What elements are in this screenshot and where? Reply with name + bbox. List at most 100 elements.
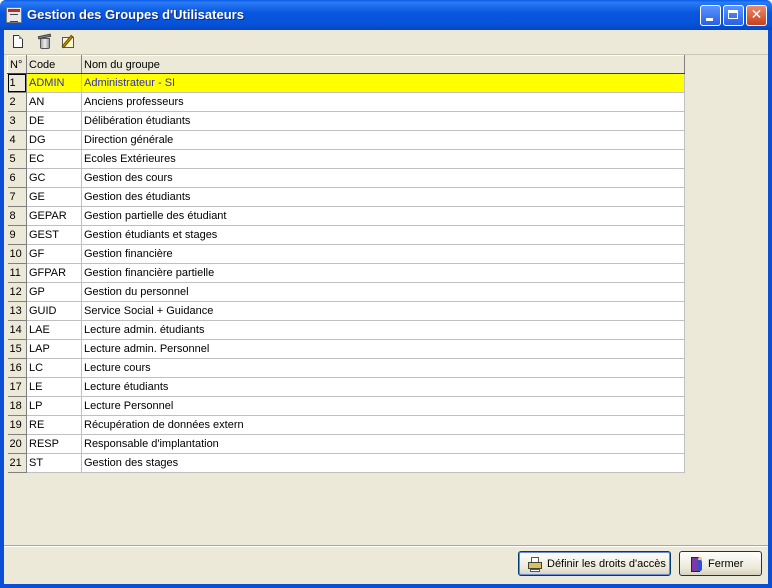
code-cell[interactable]: GEPAR <box>26 206 82 226</box>
close-window-button[interactable]: ✕ <box>746 5 767 26</box>
code-cell[interactable]: ST <box>26 453 82 473</box>
row-number-cell[interactable]: 8 <box>7 206 27 226</box>
table-row[interactable]: 17 LE Lecture étudiants <box>7 377 685 397</box>
group-name-cell[interactable]: Gestion partielle des étudiant <box>81 206 685 226</box>
table-row[interactable]: 1 ADMIN Administrateur - SI <box>7 73 685 93</box>
row-number-cell[interactable]: 18 <box>7 396 27 416</box>
table-row[interactable]: 11 GFPAR Gestion financière partielle <box>7 263 685 283</box>
row-number-cell[interactable]: 11 <box>7 263 27 283</box>
code-cell[interactable]: LP <box>26 396 82 416</box>
group-name-cell[interactable]: Anciens professeurs <box>81 92 685 112</box>
table-row[interactable]: 2 AN Anciens professeurs <box>7 92 685 112</box>
group-name-cell[interactable]: Gestion des étudiants <box>81 187 685 207</box>
code-cell[interactable]: GF <box>26 244 82 264</box>
group-name-cell[interactable]: Délibération étudiants <box>81 111 685 131</box>
group-name-cell[interactable]: Lecture admin. Personnel <box>81 339 685 359</box>
code-cell[interactable]: LAP <box>26 339 82 359</box>
row-number-cell[interactable]: 17 <box>7 377 27 397</box>
row-number-cell[interactable]: 20 <box>7 434 27 454</box>
group-name-cell[interactable]: Direction générale <box>81 130 685 150</box>
group-name-cell[interactable]: Lecture étudiants <box>81 377 685 397</box>
code-cell[interactable]: GFPAR <box>26 263 82 283</box>
table-row[interactable]: 10 GF Gestion financière <box>7 244 685 264</box>
row-number-cell[interactable]: 15 <box>7 339 27 359</box>
table-row[interactable]: 8 GEPAR Gestion partielle des étudiant <box>7 206 685 226</box>
row-number-cell[interactable]: 21 <box>7 453 27 473</box>
code-cell[interactable]: RE <box>26 415 82 435</box>
group-name-cell[interactable]: Récupération de données extern <box>81 415 685 435</box>
row-number-cell[interactable]: 19 <box>7 415 27 435</box>
table-row[interactable]: 15 LAP Lecture admin. Personnel <box>7 339 685 359</box>
code-cell[interactable]: RESP <box>26 434 82 454</box>
group-name-cell[interactable]: Gestion des cours <box>81 168 685 188</box>
code-cell[interactable]: GEST <box>26 225 82 245</box>
table-row[interactable]: 18 LP Lecture Personnel <box>7 396 685 416</box>
table-row[interactable]: 3 DE Délibération étudiants <box>7 111 685 131</box>
group-name-cell[interactable]: Gestion du personnel <box>81 282 685 302</box>
table-row[interactable]: 19 RE Récupération de données extern <box>7 415 685 435</box>
row-number-cell[interactable]: 14 <box>7 320 27 340</box>
code-cell[interactable]: GC <box>26 168 82 188</box>
row-number-cell[interactable]: 6 <box>7 168 27 188</box>
table-row[interactable]: 12 GP Gestion du personnel <box>7 282 685 302</box>
code-cell[interactable]: GP <box>26 282 82 302</box>
group-name-cell[interactable]: Lecture admin. étudiants <box>81 320 685 340</box>
group-name-cell[interactable]: Gestion financière partielle <box>81 263 685 283</box>
row-number-cell[interactable]: 13 <box>7 301 27 321</box>
code-cell[interactable]: GUID <box>26 301 82 321</box>
table-row[interactable]: 16 LC Lecture cours <box>7 358 685 378</box>
row-number-cell[interactable]: 1 <box>7 73 27 93</box>
new-document-icon[interactable] <box>10 33 28 51</box>
title-bar[interactable]: Gestion des Groupes d'Utilisateurs ✕ <box>0 0 772 30</box>
group-name-cell[interactable]: Responsable d'implantation <box>81 434 685 454</box>
row-number-cell[interactable]: 3 <box>7 111 27 131</box>
code-cell[interactable]: AN <box>26 92 82 112</box>
window-border-right <box>768 30 772 584</box>
code-cell[interactable]: GE <box>26 187 82 207</box>
table-row[interactable]: 20 RESP Responsable d'implantation <box>7 434 685 454</box>
delete-icon[interactable] <box>36 33 54 51</box>
group-name-cell[interactable]: Lecture Personnel <box>81 396 685 416</box>
table-row[interactable]: 5 EC Ecoles Extérieures <box>7 149 685 169</box>
minimize-button[interactable] <box>700 5 721 26</box>
code-cell[interactable]: DE <box>26 111 82 131</box>
table-row[interactable]: 21 ST Gestion des stages <box>7 453 685 473</box>
row-number-cell[interactable]: 9 <box>7 225 27 245</box>
row-number-cell[interactable]: 10 <box>7 244 27 264</box>
column-header-name[interactable]: Nom du groupe <box>81 55 685 74</box>
code-cell[interactable]: DG <box>26 130 82 150</box>
app-icon[interactable] <box>6 7 22 23</box>
group-name-cell[interactable]: Administrateur - SI <box>81 73 685 93</box>
code-cell[interactable]: LC <box>26 358 82 378</box>
group-name-cell[interactable]: Lecture cours <box>81 358 685 378</box>
row-number-cell[interactable]: 7 <box>7 187 27 207</box>
row-number-cell[interactable]: 16 <box>7 358 27 378</box>
group-name-cell[interactable]: Gestion des stages <box>81 453 685 473</box>
table-row[interactable]: 9 GEST Gestion étudiants et stages <box>7 225 685 245</box>
edit-icon[interactable] <box>60 33 78 51</box>
group-name-cell[interactable]: Ecoles Extérieures <box>81 149 685 169</box>
maximize-button[interactable] <box>723 5 744 26</box>
table-row[interactable]: 13 GUID Service Social + Guidance <box>7 301 685 321</box>
define-access-rights-button[interactable]: Définir les droits d'accès <box>518 551 671 576</box>
row-number-cell[interactable]: 12 <box>7 282 27 302</box>
row-number-cell[interactable]: 4 <box>7 130 27 150</box>
close-button[interactable]: Fermer <box>679 551 762 576</box>
table-row[interactable]: 6 GC Gestion des cours <box>7 168 685 188</box>
code-cell[interactable]: LAE <box>26 320 82 340</box>
code-cell[interactable]: LE <box>26 377 82 397</box>
close-icon: ✕ <box>750 7 763 23</box>
table-row[interactable]: 4 DG Direction générale <box>7 130 685 150</box>
column-header-code[interactable]: Code <box>26 55 82 74</box>
group-name-cell[interactable]: Gestion financière <box>81 244 685 264</box>
column-header-number[interactable]: N° <box>7 55 27 74</box>
table-row[interactable]: 14 LAE Lecture admin. étudiants <box>7 320 685 340</box>
table-row[interactable]: 7 GE Gestion des étudiants <box>7 187 685 207</box>
group-name-cell[interactable]: Gestion étudiants et stages <box>81 225 685 245</box>
code-cell[interactable]: EC <box>26 149 82 169</box>
table-header-row: N° Code Nom du groupe <box>7 55 685 74</box>
code-cell[interactable]: ADMIN <box>26 73 82 93</box>
row-number-cell[interactable]: 2 <box>7 92 27 112</box>
row-number-cell[interactable]: 5 <box>7 149 27 169</box>
group-name-cell[interactable]: Service Social + Guidance <box>81 301 685 321</box>
